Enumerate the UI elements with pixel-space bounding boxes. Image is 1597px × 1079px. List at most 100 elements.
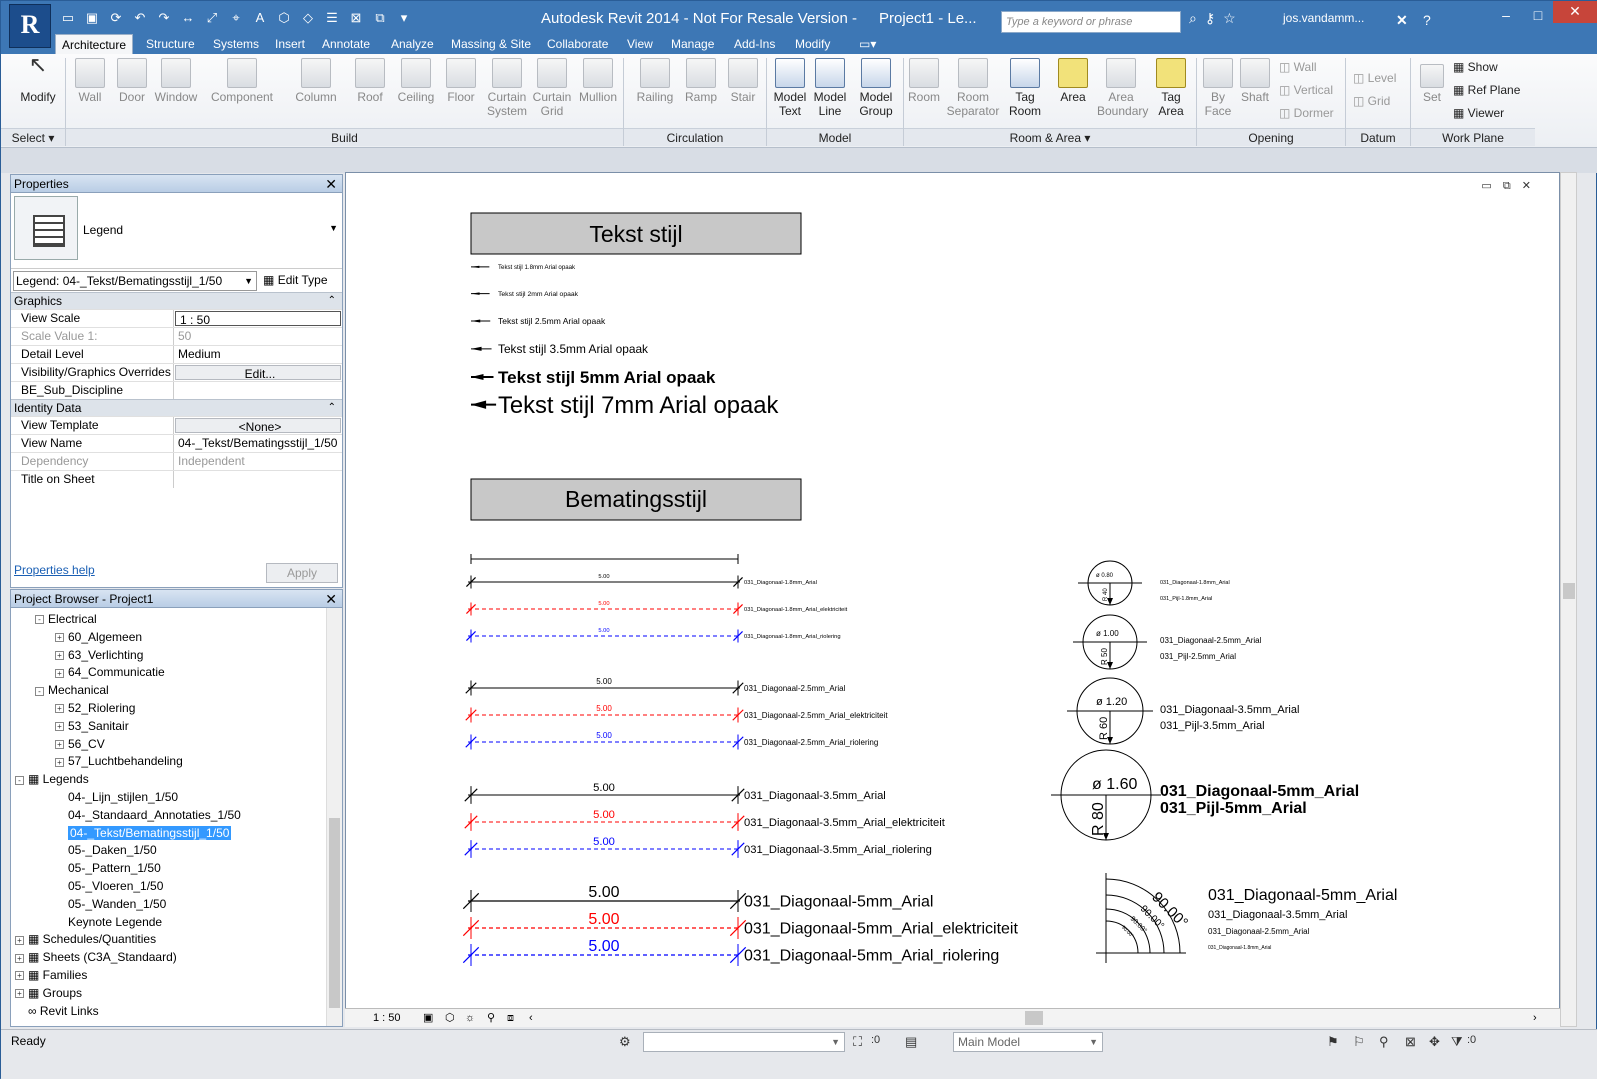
grid-tool[interactable]: ◫ Grid bbox=[1353, 94, 1390, 108]
wall-tool[interactable]: ◫ Wall bbox=[1279, 60, 1317, 74]
section-icon[interactable]: ◇ bbox=[299, 9, 317, 27]
property-value[interactable]: <None> bbox=[175, 418, 341, 433]
temporary-hide-icon[interactable]: ⚲ bbox=[487, 1009, 495, 1027]
tree-item[interactable]: +53_Sanitair bbox=[55, 717, 129, 735]
type-selector[interactable]: Legend ▼ bbox=[11, 193, 342, 269]
modify-tool[interactable]: ↖ Modify bbox=[13, 54, 63, 105]
exchange-icon[interactable]: ✕ bbox=[1396, 10, 1408, 32]
tab-architecture[interactable]: Architecture bbox=[55, 34, 134, 54]
property-value[interactable]: 04-_Tekst/Bematingsstijl_1/50 bbox=[174, 435, 342, 452]
floor-tool[interactable]: Floor bbox=[442, 58, 480, 104]
tree-item[interactable]: 05-_Wanden_1/50 bbox=[55, 895, 166, 913]
property-value[interactable]: Edit... bbox=[175, 365, 341, 380]
dimension-icon[interactable]: ⤢ bbox=[203, 9, 221, 27]
tree-item[interactable]: Keynote Legende bbox=[55, 913, 162, 931]
expand-icon[interactable]: + bbox=[15, 953, 24, 963]
tab-manage[interactable]: Manage bbox=[665, 34, 720, 54]
reveal-hidden-icon[interactable]: ⧈ bbox=[507, 1009, 514, 1027]
expand-icon[interactable]: + bbox=[55, 722, 64, 732]
ref-plane-tool[interactable]: ▦ Ref Plane bbox=[1453, 83, 1520, 97]
sun-path-icon[interactable]: ☼ bbox=[465, 1009, 475, 1027]
collapse-icon[interactable]: - bbox=[35, 686, 44, 696]
tree-item[interactable]: +52_Riolering bbox=[55, 699, 135, 717]
vertical-tool[interactable]: ◫ Vertical bbox=[1279, 83, 1333, 97]
workset-dropdown[interactable]: ▼ bbox=[643, 1032, 845, 1052]
close-icon[interactable]: ✕ bbox=[325, 175, 337, 193]
star-icon[interactable]: ☆ bbox=[1223, 10, 1236, 27]
collapse-icon[interactable]: ⌃ bbox=[328, 293, 336, 309]
tree-item[interactable]: 04-_Tekst/Bematingsstijl_1/50 bbox=[55, 824, 232, 842]
tab-analyze[interactable]: Analyze bbox=[385, 34, 440, 54]
expand-icon[interactable]: + bbox=[55, 668, 64, 678]
switch-windows-icon[interactable]: ⧉ bbox=[371, 9, 389, 27]
tree-item[interactable]: + ▦ Groups bbox=[15, 984, 82, 1002]
room-tool[interactable]: Room bbox=[907, 58, 941, 104]
tree-item[interactable]: +57_Luchtbehandeling bbox=[55, 752, 183, 770]
collapse-icon[interactable]: - bbox=[35, 615, 44, 625]
key-icon[interactable]: ⚷ bbox=[1205, 10, 1215, 27]
scroll-left-icon[interactable]: ‹ bbox=[529, 1009, 533, 1027]
expand-icon[interactable]: + bbox=[55, 633, 64, 643]
user-name[interactable]: jos.vandamm... bbox=[1283, 11, 1364, 25]
browser-scrollbar[interactable] bbox=[326, 608, 342, 1026]
redo-icon[interactable]: ↷ bbox=[155, 9, 173, 27]
tree-item[interactable]: - Electrical bbox=[35, 610, 97, 628]
curtain-grid-tool[interactable]: Curtain Grid bbox=[531, 58, 573, 118]
view-selector-dropdown[interactable]: Legend: 04-_Tekst/Bematingsstijl_1/50 ▼ bbox=[13, 271, 257, 291]
close-button[interactable]: ✕ bbox=[1553, 1, 1597, 23]
collapse-icon[interactable]: ⌃ bbox=[328, 400, 336, 416]
tab-view[interactable]: View bbox=[621, 34, 659, 54]
tree-item[interactable]: 05-_Daken_1/50 bbox=[55, 841, 157, 859]
tab-systems[interactable]: Systems bbox=[207, 34, 265, 54]
curtain-system-tool[interactable]: Curtain System bbox=[485, 58, 529, 118]
tree-item[interactable]: 04-_Lijn_stijlen_1/50 bbox=[55, 788, 178, 806]
tab-add-ins[interactable]: Add-Ins bbox=[728, 34, 781, 54]
property-value[interactable]: 1 : 50 bbox=[175, 311, 341, 326]
search-input[interactable]: Type a keyword or phrase bbox=[1001, 11, 1181, 33]
show-tool[interactable]: ▦ Show bbox=[1453, 60, 1498, 74]
thin-lines-icon[interactable]: ☰ bbox=[323, 9, 341, 27]
save-icon[interactable]: ▣ bbox=[83, 9, 101, 27]
tab-collaborate[interactable]: Collaborate bbox=[541, 34, 614, 54]
tab-structure[interactable]: Structure bbox=[140, 34, 201, 54]
property-value[interactable]: Medium bbox=[174, 346, 342, 363]
select-pinned-icon[interactable]: ⚲ bbox=[1379, 1034, 1389, 1050]
open-icon[interactable]: ▭ bbox=[59, 9, 77, 27]
tree-item[interactable]: +56_CV bbox=[55, 735, 105, 753]
tree-item[interactable]: 05-_Vloeren_1/50 bbox=[55, 877, 163, 895]
edit-type-button[interactable]: ▦ Edit Type bbox=[263, 273, 328, 287]
close-icon[interactable]: ✕ bbox=[325, 590, 337, 608]
view-scale[interactable]: 1 : 50 bbox=[373, 1009, 401, 1027]
help-icon[interactable]: ? bbox=[1423, 10, 1431, 32]
design-options-icon[interactable]: ▤ bbox=[905, 1034, 917, 1050]
expand-icon[interactable]: + bbox=[15, 971, 24, 981]
tree-item[interactable]: ∞ Revit Links bbox=[15, 1002, 99, 1020]
tab-insert[interactable]: Insert bbox=[269, 34, 311, 54]
model-text-tool[interactable]: Model Text bbox=[771, 58, 809, 118]
expand-icon[interactable]: + bbox=[15, 935, 24, 945]
select-underlay-icon[interactable]: ⚐ bbox=[1353, 1034, 1365, 1050]
tab-modify[interactable]: Modify bbox=[789, 34, 836, 54]
vertical-scrollbar[interactable] bbox=[1560, 172, 1577, 1027]
expand-icon[interactable]: + bbox=[55, 704, 64, 714]
text-icon[interactable]: A bbox=[251, 9, 269, 27]
area-tool[interactable]: Area bbox=[1053, 58, 1093, 104]
expand-icon[interactable]: + bbox=[55, 757, 64, 767]
area-boundary-tool[interactable]: Area Boundary bbox=[1097, 58, 1148, 118]
chevron-down-icon[interactable]: ▼ bbox=[329, 223, 338, 233]
undo-icon[interactable]: ↶ bbox=[131, 9, 149, 27]
collapse-icon[interactable]: - bbox=[15, 775, 24, 785]
filter-icon[interactable]: ⧩ bbox=[1451, 1034, 1463, 1050]
level-tool[interactable]: ◫ Level bbox=[1353, 71, 1396, 85]
3d-view-icon[interactable]: ⬡ bbox=[275, 9, 293, 27]
component-tool[interactable]: Component bbox=[205, 58, 279, 104]
tree-item[interactable]: - ▦ Legends bbox=[15, 770, 89, 788]
property-group-identity-data[interactable]: Identity Data ⌃ bbox=[11, 399, 342, 416]
sync-icon[interactable]: ⟳ bbox=[107, 9, 125, 27]
qat-dropdown-icon[interactable]: ▾ bbox=[395, 9, 413, 27]
select-links-icon[interactable]: ⚑ bbox=[1327, 1034, 1339, 1050]
tree-item[interactable]: +60_Algemeen bbox=[55, 628, 142, 646]
tree-item[interactable]: 05-_Pattern_1/50 bbox=[55, 859, 161, 877]
tree-item[interactable]: +63_Verlichting bbox=[55, 646, 143, 664]
application-menu-button[interactable]: R bbox=[9, 4, 51, 48]
